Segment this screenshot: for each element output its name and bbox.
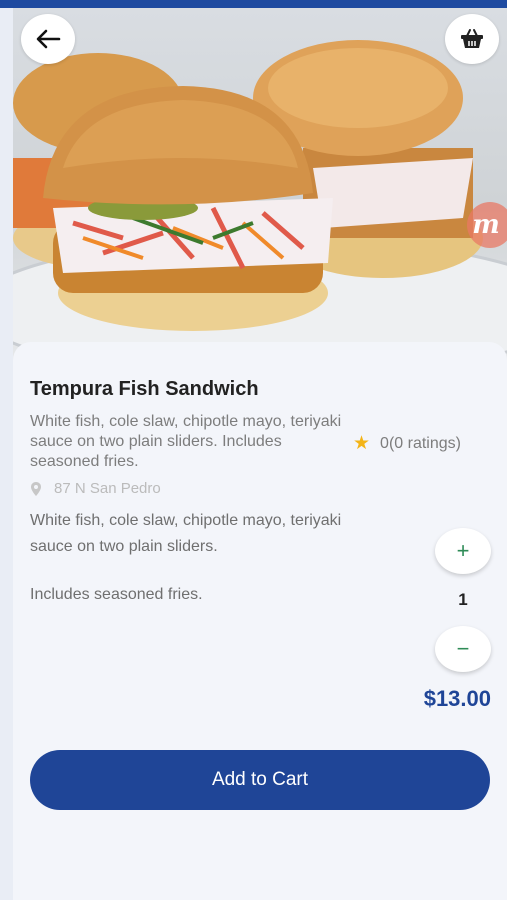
decrease-quantity-button[interactable]: −: [435, 626, 491, 672]
increase-quantity-button[interactable]: +: [435, 528, 491, 574]
location-text: 87 N San Pedro: [54, 480, 161, 497]
brand-badge[interactable]: m: [467, 202, 507, 248]
product-info-card: Tempura Fish Sandwich White fish, cole s…: [13, 342, 507, 900]
product-image: m: [13, 8, 507, 360]
product-title: Tempura Fish Sandwich: [30, 378, 259, 400]
product-description: White fish, cole slaw, chipotle mayo, te…: [30, 512, 342, 555]
product-detail-screen: m Tempura Fish Sandwich White fish, cole…: [13, 8, 507, 900]
product-description-extra: Includes seasoned fries.: [30, 586, 203, 603]
product-summary: White fish, cole slaw, chipotle mayo, te…: [30, 413, 342, 470]
arrow-left-icon: [36, 29, 61, 49]
back-button[interactable]: [21, 14, 75, 64]
sandwich-photo: [13, 40, 507, 360]
quantity-value: 1: [458, 590, 468, 609]
quantity-stepper: + 1 −: [435, 528, 491, 678]
basket-icon: [461, 29, 483, 48]
status-bar: [0, 0, 507, 8]
basket-button[interactable]: [445, 14, 499, 64]
rating-text: 0(0 ratings): [380, 434, 461, 452]
location: 87 N San Pedro: [30, 480, 161, 497]
star-icon: ★: [353, 433, 371, 454]
add-to-cart-button[interactable]: Add to Cart: [30, 750, 490, 810]
product-price: $13.00: [423, 686, 491, 711]
map-pin-icon: [31, 481, 41, 496]
rating: ★ 0(0 ratings): [353, 432, 461, 455]
